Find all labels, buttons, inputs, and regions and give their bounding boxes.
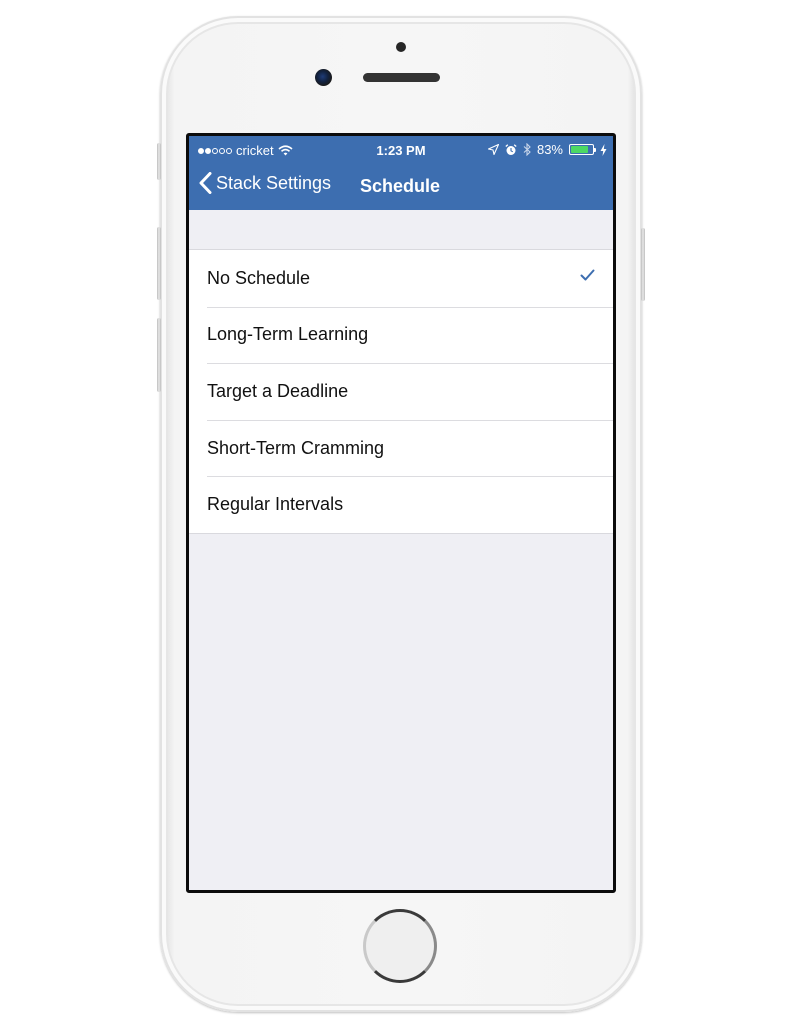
bluetooth-icon (523, 143, 531, 156)
navigation-bar: cricket 1:23 PM 83% Stack Settings Sched… (189, 136, 613, 210)
alarm-icon (505, 143, 517, 155)
home-button[interactable] (363, 909, 437, 983)
schedule-option[interactable]: Short-Term Cramming (189, 419, 613, 477)
mute-switch (157, 143, 161, 180)
option-label: Short-Term Cramming (207, 437, 385, 458)
schedule-options-list: No Schedule Long-Term Learning Target a … (189, 249, 613, 534)
battery-icon (569, 144, 596, 155)
page-title: Schedule (360, 176, 441, 196)
charging-icon (600, 143, 607, 156)
schedule-option[interactable]: Long-Term Learning (189, 306, 613, 364)
earpiece-speaker (363, 73, 440, 82)
schedule-option[interactable]: No Schedule (189, 250, 613, 307)
option-label: Long-Term Learning (207, 324, 369, 345)
schedule-option[interactable]: Regular Intervals (189, 476, 613, 533)
power-button (641, 228, 645, 301)
volume-down-button (157, 318, 161, 392)
back-label: Stack Settings (216, 172, 332, 193)
option-label: No Schedule (207, 267, 311, 288)
screen: cricket 1:23 PM 83% Stack Settings Sched… (186, 133, 616, 893)
chevron-left-icon (199, 172, 212, 194)
back-button[interactable]: Stack Settings (199, 172, 331, 194)
option-label: Target a Deadline (207, 380, 349, 401)
status-bar: cricket 1:23 PM 83% (189, 136, 613, 164)
battery-percent: 83% (536, 142, 563, 157)
proximity-sensor (396, 42, 406, 52)
battery-fill (571, 146, 589, 153)
schedule-option[interactable]: Target a Deadline (189, 363, 613, 420)
option-label: Regular Intervals (207, 494, 344, 515)
front-camera (315, 69, 332, 86)
location-icon (487, 144, 499, 155)
nav-row: Stack Settings Schedule (189, 164, 613, 210)
checkmark-icon (580, 269, 595, 281)
volume-up-button (157, 227, 161, 300)
